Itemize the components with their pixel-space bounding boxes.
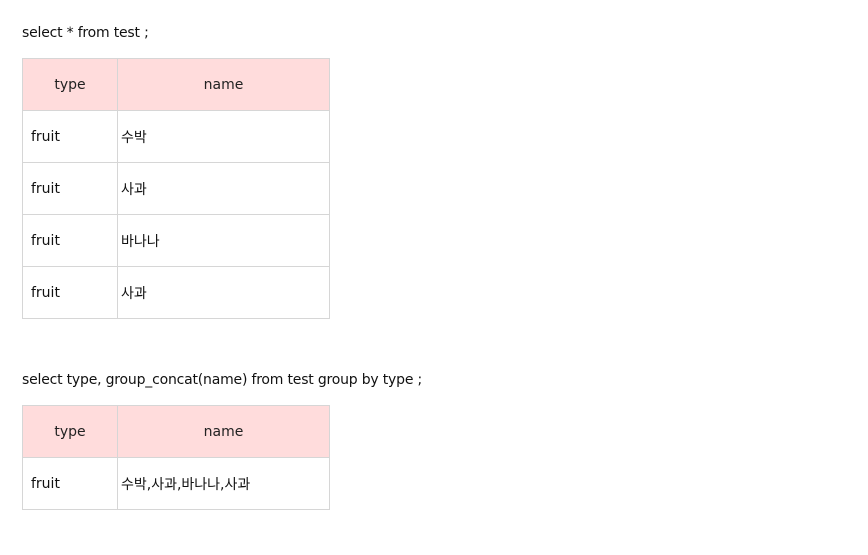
name-cell: 사과	[117, 162, 330, 215]
query-2-sql: select type, group_concat(name) from tes…	[22, 372, 423, 388]
table-row: fruit 사과	[22, 266, 330, 319]
type-cell: fruit	[22, 110, 118, 163]
table-row: fruit 사과	[22, 162, 330, 215]
column-header-name: name	[117, 58, 330, 111]
column-header-type: type	[22, 58, 118, 111]
name-cell: 수박	[117, 110, 330, 163]
result-table-2: type name fruit 수박,사과,바나나,사과	[22, 405, 330, 510]
table-row: fruit 바나나	[22, 214, 330, 267]
name-cell: 수박,사과,바나나,사과	[117, 457, 330, 510]
type-cell: fruit	[22, 266, 118, 319]
name-cell: 사과	[117, 266, 330, 319]
column-header-type: type	[22, 405, 118, 458]
name-cell: 바나나	[117, 214, 330, 267]
header-row: type name	[22, 58, 330, 111]
type-cell: fruit	[22, 162, 118, 215]
table-row: fruit 수박,사과,바나나,사과	[22, 457, 330, 510]
result-table-1: type name fruit 수박 fruit 사과 fruit 바나나 fr…	[22, 58, 330, 319]
type-cell: fruit	[22, 457, 118, 510]
query-1-sql: select * from test ;	[22, 25, 149, 41]
table-row: fruit 수박	[22, 110, 330, 163]
header-row: type name	[22, 405, 330, 458]
type-cell: fruit	[22, 214, 118, 267]
column-header-name: name	[117, 405, 330, 458]
